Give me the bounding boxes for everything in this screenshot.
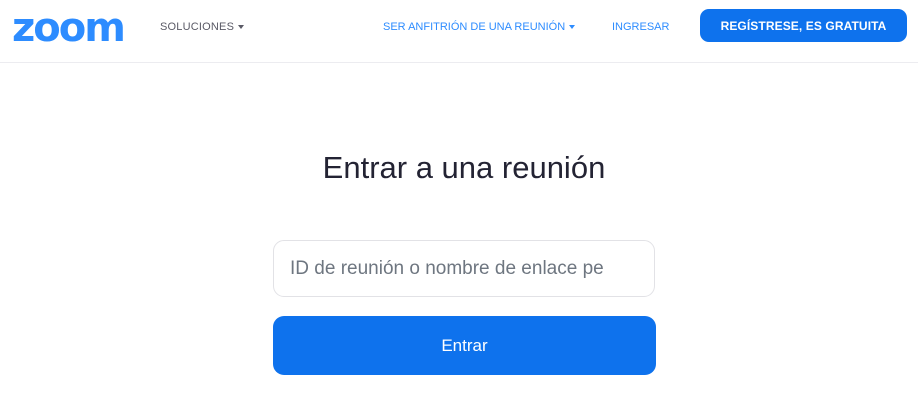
join-meeting-content: Entrar a una reunión Entrar [0,63,918,413]
solutions-menu[interactable]: SOLUCIONES [160,20,245,34]
host-meeting-menu-label: SER ANFITRIÓN DE UNA REUNIÓN [383,21,566,33]
page-title: Entrar a una reunión [322,150,606,185]
join-button[interactable]: Entrar [273,316,656,375]
caret-down-icon [238,25,245,29]
top-navigation-bar: zoom SOLUCIONES SER ANFITRIÓN DE UNA REU… [0,0,918,63]
host-meeting-menu[interactable]: SER ANFITRIÓN DE UNA REUNIÓN [383,20,576,34]
solutions-menu-label: SOLUCIONES [160,21,235,33]
login-link-label: INGRESAR [612,21,670,33]
login-link[interactable]: INGRESAR [612,20,669,34]
meeting-id-input[interactable] [273,240,655,297]
caret-down-icon [569,25,576,29]
zoom-logo[interactable]: zoom [12,6,126,50]
signup-button[interactable]: REGÍSTRESE, ES GRATUITA [700,9,907,42]
